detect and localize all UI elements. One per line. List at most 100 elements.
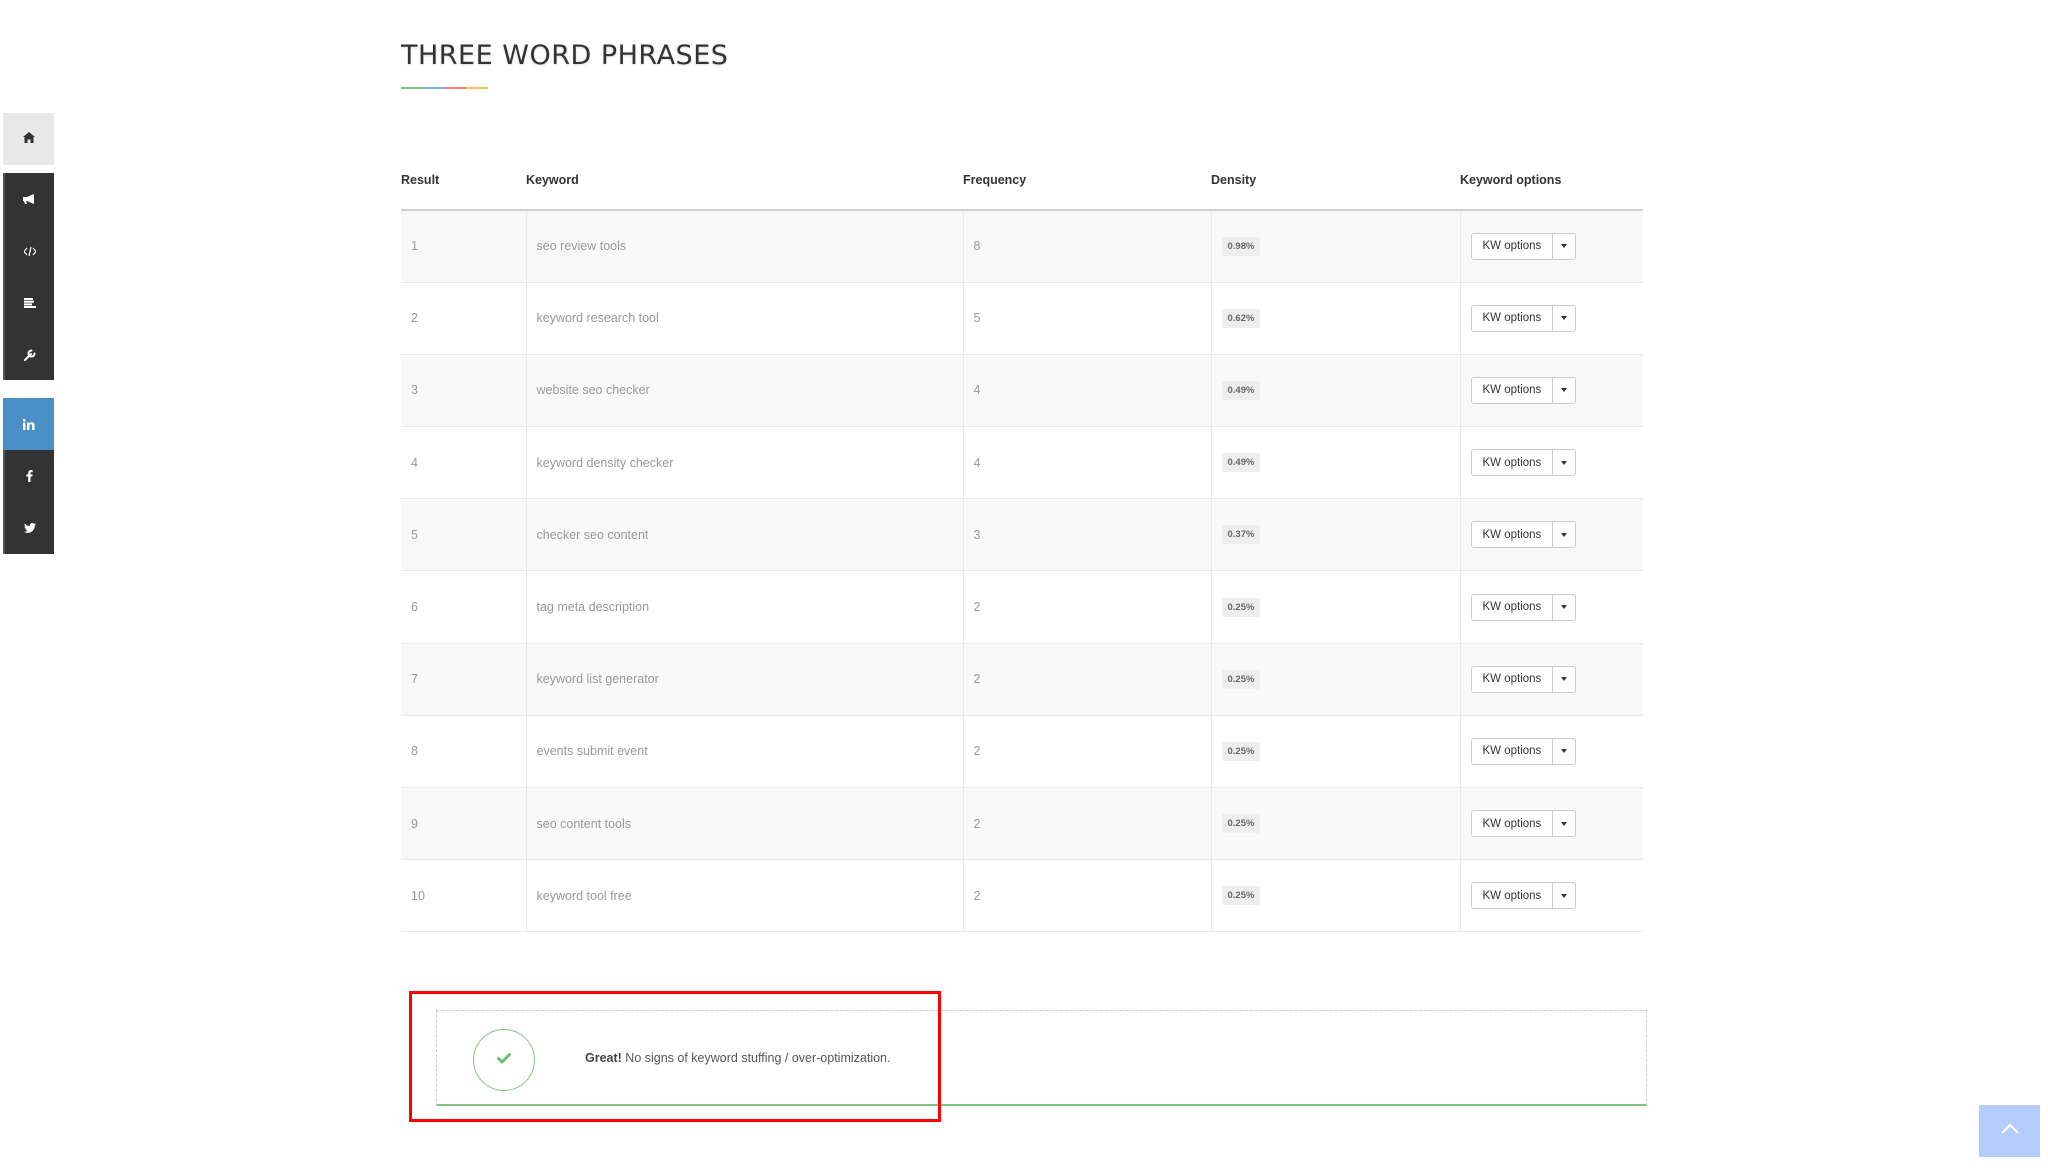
kw-options-button[interactable]: KW options [1470, 882, 1554, 910]
density-badge: 0.49% [1221, 380, 1261, 400]
cell-keyword: checker seo content [525, 498, 963, 572]
kw-options-dropdown-toggle[interactable] [1553, 449, 1577, 477]
header-result: Result [401, 150, 526, 211]
cell-frequency: 4 [962, 354, 1211, 428]
kw-options-dropdown-toggle[interactable] [1553, 521, 1577, 549]
cell-result: 9 [401, 787, 526, 861]
cell-frequency: 2 [962, 859, 1211, 933]
kw-options-dropdown-toggle[interactable] [1553, 304, 1577, 332]
code-icon [23, 246, 36, 256]
cell-density: 0.49% [1210, 354, 1460, 428]
underline-segment-red [444, 87, 467, 89]
kw-options-dropdown-toggle[interactable] [1553, 882, 1577, 910]
density-badge: 0.25% [1221, 597, 1261, 617]
cell-frequency: 4 [962, 426, 1211, 500]
cell-keyword: keyword list generator [525, 643, 963, 716]
density-badge: 0.37% [1221, 525, 1261, 545]
sidebar-home-button[interactable] [3, 113, 54, 165]
density-badge: 0.25% [1221, 741, 1261, 761]
cell-density: 0.25% [1210, 643, 1460, 716]
kw-options-group: KW options [1470, 521, 1577, 549]
sidebar-tools-group [3, 173, 54, 380]
cell-density: 0.49% [1210, 426, 1460, 500]
cell-keyword-options: KW options [1459, 787, 1643, 861]
table-row: 10 keyword tool free 2 0.25% KW options [401, 859, 1643, 933]
density-badge: 0.25% [1221, 814, 1261, 834]
cell-density: 0.25% [1210, 715, 1460, 789]
keyword-table: Result Keyword Frequency Density Keyword… [401, 150, 1643, 933]
sidebar-item-facebook[interactable] [5, 450, 54, 502]
kw-options-group: KW options [1470, 810, 1577, 838]
density-badge: 0.62% [1221, 308, 1261, 328]
caret-down-icon [1561, 316, 1568, 321]
sidebar-item-linkedin[interactable] [3, 398, 54, 450]
cell-frequency: 2 [962, 787, 1211, 861]
cell-keyword: website seo checker [525, 354, 963, 428]
kw-options-button[interactable]: KW options [1470, 593, 1554, 621]
kw-options-group: KW options [1470, 882, 1577, 910]
table-row: 5 checker seo content 3 0.37% KW options [401, 498, 1643, 572]
cell-result: 8 [401, 715, 526, 789]
kw-options-group: KW options [1470, 232, 1577, 260]
cell-density: 0.62% [1210, 282, 1460, 355]
kw-options-dropdown-toggle[interactable] [1553, 737, 1577, 765]
kw-options-dropdown-toggle[interactable] [1553, 665, 1577, 693]
kw-options-dropdown-toggle[interactable] [1553, 593, 1577, 621]
caret-down-icon [1561, 460, 1568, 465]
kw-options-button[interactable]: KW options [1470, 449, 1554, 477]
kw-options-button[interactable]: KW options [1470, 304, 1554, 332]
align-left-icon [23, 298, 36, 308]
twitter-icon [23, 523, 36, 533]
cell-frequency: 2 [962, 715, 1211, 789]
cell-keyword: keyword research tool [525, 282, 963, 355]
cell-keyword: keyword density checker [525, 426, 963, 500]
cell-density: 0.25% [1210, 787, 1460, 861]
sidebar-item-code[interactable] [5, 225, 54, 277]
megaphone-icon [23, 193, 36, 205]
alert-message: Great! No signs of keyword stuffing / ov… [585, 1051, 890, 1065]
sidebar-item-tools[interactable] [5, 329, 54, 381]
caret-down-icon [1561, 388, 1568, 393]
cell-keyword-options: KW options [1459, 498, 1643, 572]
sidebar-item-content[interactable] [5, 277, 54, 329]
kw-options-dropdown-toggle[interactable] [1553, 810, 1577, 838]
cell-result: 7 [401, 643, 526, 716]
kw-options-button[interactable]: KW options [1470, 521, 1554, 549]
kw-options-group: KW options [1470, 737, 1577, 765]
table-row: 3 website seo checker 4 0.49% KW options [401, 354, 1643, 428]
kw-options-button[interactable]: KW options [1470, 376, 1554, 404]
table-header-row: Result Keyword Frequency Density Keyword… [401, 150, 1643, 211]
cell-result: 2 [401, 282, 526, 355]
back-to-top-button[interactable] [1979, 1105, 2040, 1157]
kw-options-button[interactable]: KW options [1470, 232, 1554, 260]
sidebar-item-twitter[interactable] [5, 502, 54, 554]
caret-down-icon [1561, 605, 1568, 610]
success-circle [473, 1029, 535, 1091]
table-row: 1 seo review tools 8 0.98% KW options [401, 210, 1643, 283]
linkedin-icon [22, 418, 35, 430]
cell-keyword: seo review tools [525, 210, 963, 283]
kw-options-button[interactable]: KW options [1470, 810, 1554, 838]
caret-down-icon [1561, 821, 1568, 826]
caret-down-icon [1561, 532, 1568, 537]
kw-options-button[interactable]: KW options [1470, 665, 1554, 693]
table-row: 7 keyword list generator 2 0.25% KW options [401, 643, 1643, 716]
sidebar-item-announcements[interactable] [5, 173, 54, 225]
cell-result: 4 [401, 426, 526, 500]
alert-strong: Great! [585, 1051, 622, 1065]
underline-segment-green [401, 87, 423, 89]
table-row: 6 tag meta description 2 0.25% KW options [401, 570, 1643, 644]
density-badge: 0.49% [1221, 453, 1261, 473]
section-title: THREE WORD PHRASES [401, 40, 729, 71]
kw-options-dropdown-toggle[interactable] [1553, 232, 1577, 260]
check-icon [497, 1051, 511, 1069]
cell-keyword-options: KW options [1459, 354, 1643, 428]
cell-result: 6 [401, 570, 526, 644]
caret-down-icon [1561, 893, 1568, 898]
kw-options-group: KW options [1470, 665, 1577, 693]
chevron-up-icon [2000, 1122, 2020, 1140]
kw-options-dropdown-toggle[interactable] [1553, 376, 1577, 404]
cell-result: 1 [401, 210, 526, 283]
kw-options-button[interactable]: KW options [1470, 737, 1554, 765]
caret-down-icon [1561, 749, 1568, 754]
